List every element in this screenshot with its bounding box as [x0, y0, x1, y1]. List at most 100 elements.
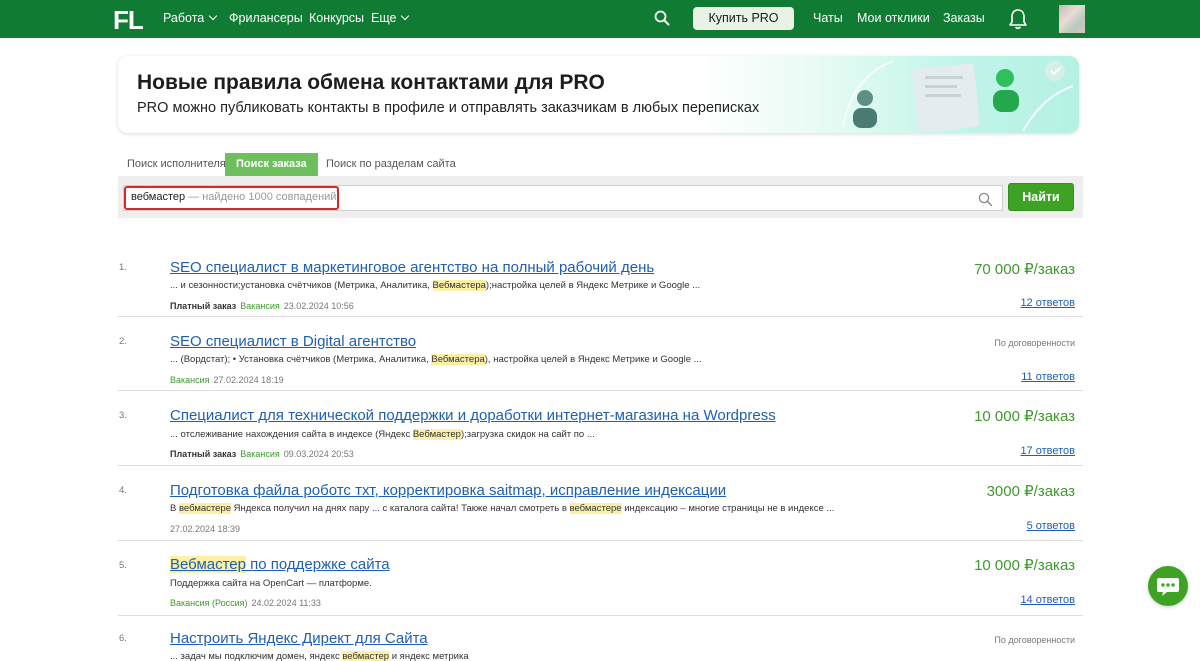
- paid-label: Платный заказ: [170, 449, 237, 459]
- query-highlight-outline: [124, 186, 339, 210]
- buy-pro-button[interactable]: Купить PRO: [693, 7, 794, 30]
- result-item: 1. SEO специалист в маркетинговое агентс…: [118, 250, 1083, 317]
- nav-my-responses-label: Мои отклики: [857, 11, 930, 25]
- fl-logo[interactable]: FL: [113, 5, 144, 36]
- title-highlight: Вебмастер: [170, 556, 246, 573]
- contacts-illustration-icon: [842, 60, 1074, 133]
- nav-contests[interactable]: Конкурсы: [309, 11, 364, 25]
- tab-search-site-sections[interactable]: Поиск по разделам сайта: [326, 153, 456, 176]
- avatar[interactable]: [1059, 5, 1085, 33]
- result-answers-link[interactable]: 14 ответов: [1020, 594, 1075, 606]
- kind-label: Вакансия: [170, 375, 210, 385]
- result-price: 3000 ₽/заказ: [986, 483, 1075, 500]
- find-button[interactable]: Найти: [1008, 183, 1074, 211]
- result-title-link[interactable]: SEO специалист в маркетинговое агентство…: [170, 259, 654, 276]
- result-answers-link[interactable]: 17 ответов: [1020, 445, 1075, 457]
- result-title-link[interactable]: SEO специалист в Digital агентство: [170, 333, 416, 350]
- result-meta: Вакансия (Россия) 24.02.2024 11:33: [170, 598, 321, 608]
- nav-my-responses[interactable]: Мои отклики: [857, 11, 930, 25]
- promo-banner[interactable]: Новые правила обмена контактами для PRO …: [118, 56, 1079, 133]
- title-text: по поддержке сайта: [245, 556, 390, 573]
- result-date: 27.02.2024 18:39: [170, 524, 241, 534]
- snippet-highlight: Вебмастера: [432, 280, 486, 291]
- snippet-highlight: Вебмастер: [412, 429, 461, 440]
- result-snippet: ... и сезонности;установка счётчиков (Ме…: [170, 280, 700, 291]
- result-item: 3. Специалист для технической поддержки …: [118, 392, 1083, 466]
- result-title-link[interactable]: Вебмастер по поддержке сайта: [170, 556, 390, 573]
- result-price: 10 000 ₽/заказ: [974, 408, 1075, 425]
- snippet-text: ), настройка целей в Яндекс Метрике и Go…: [484, 354, 702, 365]
- snippet-text: и яндекс метрика: [389, 651, 469, 661]
- result-item: 5. Вебмастер по поддержке сайта Поддержк…: [118, 542, 1083, 616]
- bell-icon[interactable]: [1008, 8, 1028, 30]
- result-number: 6.: [119, 633, 127, 644]
- search-icon[interactable]: [978, 192, 993, 207]
- result-answers-link[interactable]: 12 ответов: [1020, 297, 1075, 309]
- result-title-link[interactable]: Подготовка файла роботс тхт, корректиров…: [170, 482, 726, 499]
- tab-search-order[interactable]: Поиск заказа: [225, 153, 318, 176]
- result-snippet: ... (Вордстат); • Установка счётчиков (М…: [170, 354, 702, 365]
- banner-subtitle: PRO можно публиковать контакты в профиле…: [137, 100, 760, 116]
- kind-label: Вакансия (Россия): [170, 598, 248, 608]
- result-snippet: ... задач мы подключим домен, яндекс веб…: [170, 651, 469, 661]
- nav-chats[interactable]: Чаты: [813, 11, 843, 25]
- nav-work-label: Работа: [163, 11, 205, 25]
- result-price: 10 000 ₽/заказ: [974, 557, 1075, 574]
- result-number: 2.: [119, 336, 127, 347]
- kind-label: Вакансия: [240, 301, 280, 311]
- nav-orders[interactable]: Заказы: [943, 11, 985, 25]
- result-number: 1.: [119, 262, 127, 273]
- snippet-text: );загрузка скидок на сайт по ...: [460, 429, 595, 440]
- nav-contests-label: Конкурсы: [309, 11, 365, 25]
- top-navbar: FL Работа Фрилансеры Конкурсы Еще Купить…: [0, 0, 1200, 38]
- snippet-text: ... и сезонности;установка счётчиков (Ме…: [170, 280, 433, 291]
- nav-freelancers-label: Фрилансеры: [229, 11, 303, 25]
- result-number: 4.: [119, 485, 127, 496]
- result-date: 23.02.2024 10:56: [283, 301, 354, 311]
- result-price: По договоренности: [994, 635, 1075, 645]
- nav-freelancers[interactable]: Фрилансеры: [229, 11, 303, 25]
- snippet-highlight: Вебмастера: [431, 354, 485, 365]
- tab-search-freelancer[interactable]: Поиск исполнителя: [127, 153, 226, 176]
- chevron-down-icon: [209, 11, 218, 21]
- nav-more[interactable]: Еще: [371, 11, 410, 25]
- search-icon[interactable]: [654, 10, 670, 26]
- snippet-highlight: вебмастере: [569, 503, 622, 514]
- snippet-text: Яндекса получил на днях пару ... с катал…: [231, 503, 570, 514]
- snippet-highlight: вебмастере: [178, 503, 231, 514]
- result-date: 27.02.2024 18:19: [213, 375, 284, 385]
- result-snippet: ... отслеживание нахождения сайта в инде…: [170, 429, 595, 440]
- result-meta: Платный заказ Вакансия 23.02.2024 10:56: [170, 301, 354, 311]
- result-number: 3.: [119, 410, 127, 421]
- result-meta: Вакансия 27.02.2024 18:19: [170, 375, 284, 385]
- nav-chats-label: Чаты: [813, 11, 843, 25]
- nav-more-label: Еще: [371, 11, 397, 25]
- chat-bubble-icon: [1157, 578, 1179, 596]
- nav-orders-label: Заказы: [943, 11, 985, 25]
- result-snippet: Поддержка сайта на OpenCart — платформе.: [170, 578, 372, 589]
- snippet-text: ... отслеживание нахождения сайта в инде…: [170, 429, 413, 440]
- nav-work[interactable]: Работа: [163, 11, 218, 25]
- snippet-text: ... задач мы подключим домен, яндекс: [170, 651, 343, 661]
- result-answers-link[interactable]: 5 ответов: [1027, 520, 1075, 532]
- snippet-text: индексацию – многие страницы не в индекс…: [621, 503, 835, 514]
- result-snippet: В вебмастере Яндекса получил на днях пар…: [170, 503, 834, 514]
- snippet-text: В: [170, 503, 179, 514]
- result-title-link[interactable]: Специалист для технической поддержки и д…: [170, 407, 776, 424]
- result-date: 24.02.2024 11:33: [251, 598, 321, 608]
- result-item: 6. Настроить Яндекс Директ для Сайта ...…: [118, 617, 1083, 661]
- result-item: 4. Подготовка файла роботс тхт, корректи…: [118, 467, 1083, 541]
- result-meta: 27.02.2024 18:39: [170, 524, 240, 534]
- result-answers-link[interactable]: 11 ответов: [1021, 371, 1075, 383]
- result-item: 2. SEO специалист в Digital агентство ..…: [118, 318, 1083, 391]
- result-price: 70 000 ₽/заказ: [974, 261, 1075, 278]
- result-price: По договоренности: [994, 338, 1075, 348]
- kind-label: Вакансия: [240, 449, 280, 459]
- result-number: 5.: [119, 560, 127, 571]
- result-date: 09.03.2024 20:53: [283, 449, 354, 459]
- paid-label: Платный заказ: [170, 301, 237, 311]
- snippet-highlight: вебмастер: [342, 651, 390, 661]
- chat-support-button[interactable]: [1148, 566, 1188, 606]
- result-title-link[interactable]: Настроить Яндекс Директ для Сайта: [170, 630, 428, 647]
- chevron-down-icon: [401, 11, 410, 21]
